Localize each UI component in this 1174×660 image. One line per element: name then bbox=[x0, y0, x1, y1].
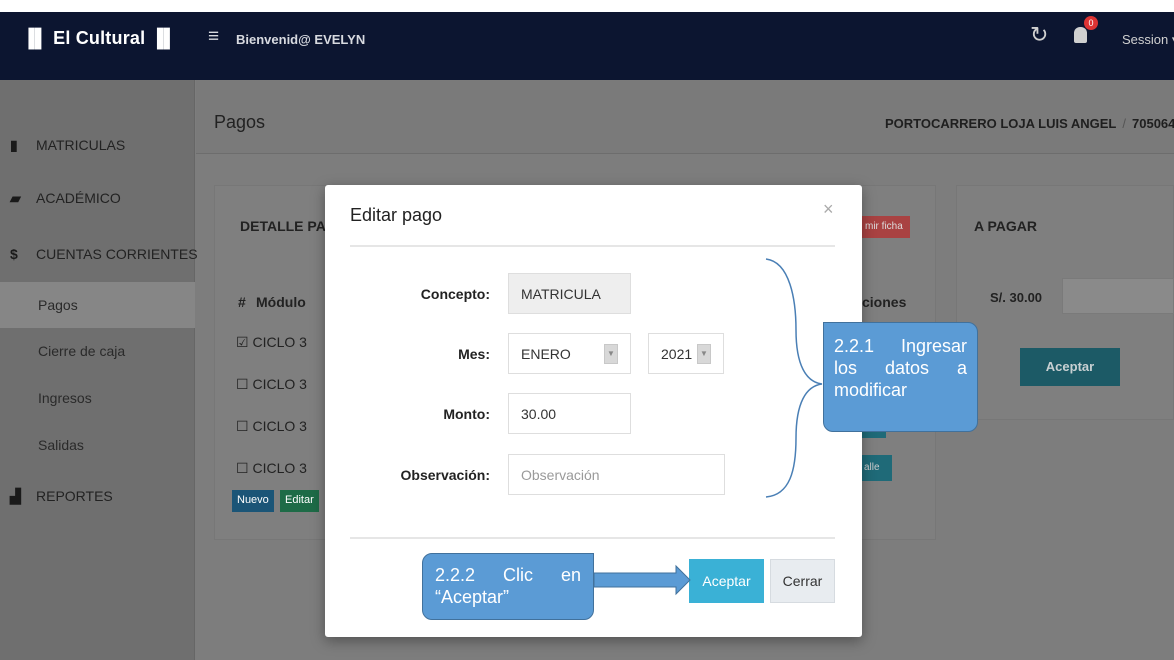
annotation-step-2: 2.2.2 Clic en “Aceptar” bbox=[422, 553, 594, 620]
annotation-brace bbox=[765, 258, 823, 498]
annotation-step-1: 2.2.1 Ingresar los datos a modificar bbox=[823, 322, 978, 432]
annotation-arrow bbox=[593, 564, 691, 596]
